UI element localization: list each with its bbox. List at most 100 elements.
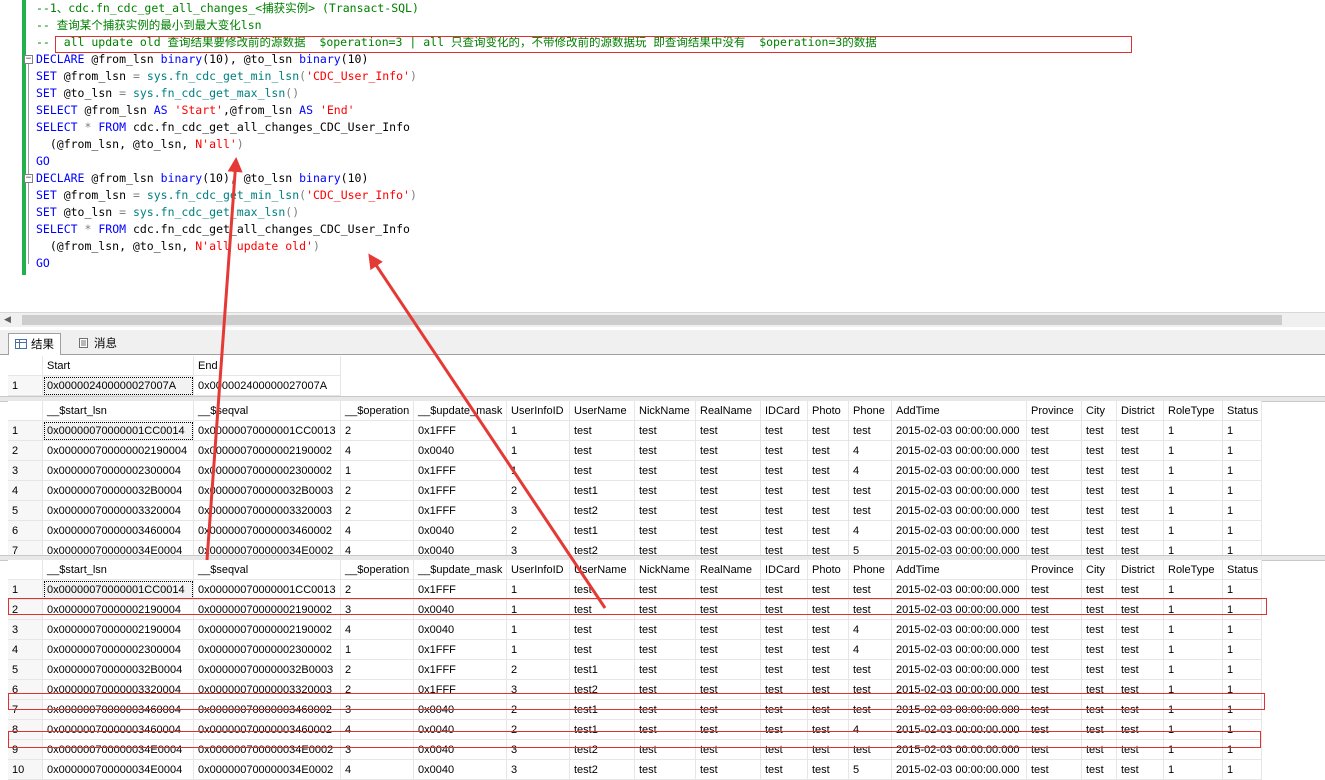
table-cell[interactable]: test — [807, 639, 849, 660]
table-cell[interactable]: test — [1116, 699, 1164, 720]
table-cell[interactable]: 1 — [1222, 460, 1262, 481]
table-cell[interactable]: 2 — [340, 659, 414, 680]
table-cell[interactable]: test — [569, 599, 635, 620]
table-cell[interactable]: 0x00000070000003320004 — [42, 500, 194, 521]
column-header[interactable]: Phone — [848, 401, 892, 421]
row-number[interactable]: 3 — [8, 460, 43, 481]
table-cell[interactable]: test — [1081, 460, 1117, 481]
code-line[interactable]: DECLARE @from_lsn binary(10), @to_lsn bi… — [36, 170, 368, 187]
table-cell[interactable]: 0x1FFF — [413, 639, 507, 660]
table-cell[interactable]: test — [760, 500, 808, 521]
table-cell[interactable]: 1 — [1163, 579, 1223, 600]
table-cell[interactable]: 1 — [340, 639, 414, 660]
table-cell[interactable]: 1 — [1222, 420, 1262, 441]
table-cell[interactable]: 0x00000070000003460002 — [193, 520, 341, 541]
table-cell[interactable]: test — [1081, 500, 1117, 521]
table-cell[interactable]: test — [695, 739, 761, 760]
scroll-left-arrow-icon[interactable]: ◀ — [4, 315, 11, 325]
table-cell[interactable]: 1 — [1163, 500, 1223, 521]
table-cell[interactable]: test — [1026, 759, 1082, 780]
table-cell[interactable]: test — [569, 440, 635, 461]
table-cell[interactable]: 1 — [340, 460, 414, 481]
table-cell[interactable]: 2015-02-03 00:00:00.000 — [891, 659, 1027, 680]
table-cell[interactable]: 0x00000070000002190002 — [193, 619, 341, 640]
table-cell[interactable]: test — [634, 579, 696, 600]
column-header[interactable]: __$update_mask — [413, 401, 507, 421]
table-cell[interactable]: test — [695, 719, 761, 740]
row-number[interactable]: 9 — [8, 739, 43, 760]
table-cell[interactable]: 3 — [506, 679, 570, 700]
table-cell[interactable]: test — [807, 480, 849, 501]
column-header[interactable]: Start — [42, 356, 194, 376]
code-line[interactable]: GO — [36, 153, 50, 170]
table-cell[interactable]: test — [1116, 579, 1164, 600]
table-cell[interactable]: test — [848, 420, 892, 441]
table-cell[interactable]: 2015-02-03 00:00:00.000 — [891, 579, 1027, 600]
table-cell[interactable]: 0x00000070000003460002 — [193, 699, 341, 720]
column-header[interactable]: RoleType — [1163, 560, 1223, 580]
table-cell[interactable]: 0x1FFF — [413, 679, 507, 700]
table-cell[interactable]: test — [1026, 659, 1082, 680]
scrollbar-thumb[interactable] — [22, 315, 1282, 325]
result-grid-all[interactable]: __$start_lsn __$seqval __$operation __$upda… — [8, 401, 1262, 561]
column-header[interactable]: __$start_lsn — [42, 560, 194, 580]
code-line[interactable]: -- all update old 查询结果要修改前的源数据 $operatio… — [36, 34, 877, 51]
table-cell[interactable]: 4 — [340, 520, 414, 541]
table-cell[interactable]: test — [634, 460, 696, 481]
table-cell[interactable]: test — [1026, 739, 1082, 760]
table-cell[interactable]: 0x000000700000032B0003 — [193, 659, 341, 680]
column-header[interactable]: Phone — [848, 560, 892, 580]
table-cell[interactable]: test — [569, 460, 635, 481]
table-row[interactable]: 3 0x00000070000002190004 0x000000700000021… — [8, 619, 1262, 640]
table-cell[interactable]: test — [807, 619, 849, 640]
table-cell[interactable]: test — [760, 420, 808, 441]
table-cell[interactable]: 0x0040 — [413, 699, 507, 720]
table-cell[interactable]: test — [569, 579, 635, 600]
table-cell[interactable]: 0x00000070000002190004 — [42, 619, 194, 640]
table-row[interactable]: 8 0x00000070000003460004 0x000000700000034… — [8, 719, 1262, 740]
table-cell[interactable]: test — [848, 599, 892, 620]
table-cell[interactable]: 0x000000700000032B0003 — [193, 480, 341, 501]
table-cell[interactable]: 1 — [1222, 480, 1262, 501]
table-cell[interactable]: 1 — [1163, 520, 1223, 541]
table-cell[interactable]: 1 — [1163, 739, 1223, 760]
table-cell[interactable]: test — [634, 659, 696, 680]
table-cell[interactable]: 1 — [506, 579, 570, 600]
table-cell[interactable]: test — [1081, 739, 1117, 760]
editor-horizontal-scrollbar[interactable]: ◀ — [0, 312, 1325, 327]
table-cell[interactable]: test — [807, 759, 849, 780]
table-cell[interactable]: 4 — [848, 619, 892, 640]
table-cell[interactable]: test — [760, 480, 808, 501]
table-cell[interactable]: test — [634, 420, 696, 441]
table-cell[interactable]: 0x00000070000001CC0014 — [42, 579, 194, 600]
table-cell[interactable]: test — [760, 520, 808, 541]
table-row[interactable]: 6 0x00000070000003320004 0x000000700000033… — [8, 679, 1262, 700]
table-cell[interactable]: 0x00000070000001CC0013 — [193, 579, 341, 600]
result-grid-all-update-old[interactable]: __$start_lsn __$seqval __$operation __$upda… — [8, 560, 1262, 780]
table-cell[interactable]: 0x000000700000034E0002 — [193, 739, 341, 760]
row-number[interactable]: 4 — [8, 480, 43, 501]
table-cell[interactable]: test — [807, 679, 849, 700]
table-cell[interactable]: test — [760, 460, 808, 481]
code-line[interactable]: GO — [36, 255, 50, 272]
table-cell[interactable]: test — [760, 739, 808, 760]
table-cell[interactable]: 1 — [1163, 480, 1223, 501]
table-cell[interactable]: 2015-02-03 00:00:00.000 — [891, 719, 1027, 740]
table-cell[interactable]: test — [1081, 619, 1117, 640]
column-header[interactable]: __$start_lsn — [42, 401, 194, 421]
code-line[interactable]: SELECT * FROM cdc.fn_cdc_get_all_changes… — [36, 119, 410, 136]
table-cell[interactable]: 0x0040 — [413, 619, 507, 640]
code-line[interactable]: (@from_lsn, @to_lsn, N'all update old') — [36, 238, 320, 255]
table-cell[interactable]: test — [760, 440, 808, 461]
table-cell[interactable]: test — [760, 699, 808, 720]
column-header[interactable]: City — [1081, 560, 1117, 580]
table-cell[interactable]: test — [695, 599, 761, 620]
table-cell[interactable]: test — [1081, 599, 1117, 620]
table-cell[interactable]: test2 — [569, 500, 635, 521]
table-cell[interactable]: test — [848, 659, 892, 680]
table-cell[interactable]: test1 — [569, 520, 635, 541]
table-cell[interactable]: 4 — [340, 759, 414, 780]
table-cell[interactable]: 1 — [1222, 719, 1262, 740]
table-row[interactable]: 5 0x000000700000032B0004 0x000000700000032… — [8, 659, 1262, 680]
table-cell[interactable]: 1 — [1163, 460, 1223, 481]
